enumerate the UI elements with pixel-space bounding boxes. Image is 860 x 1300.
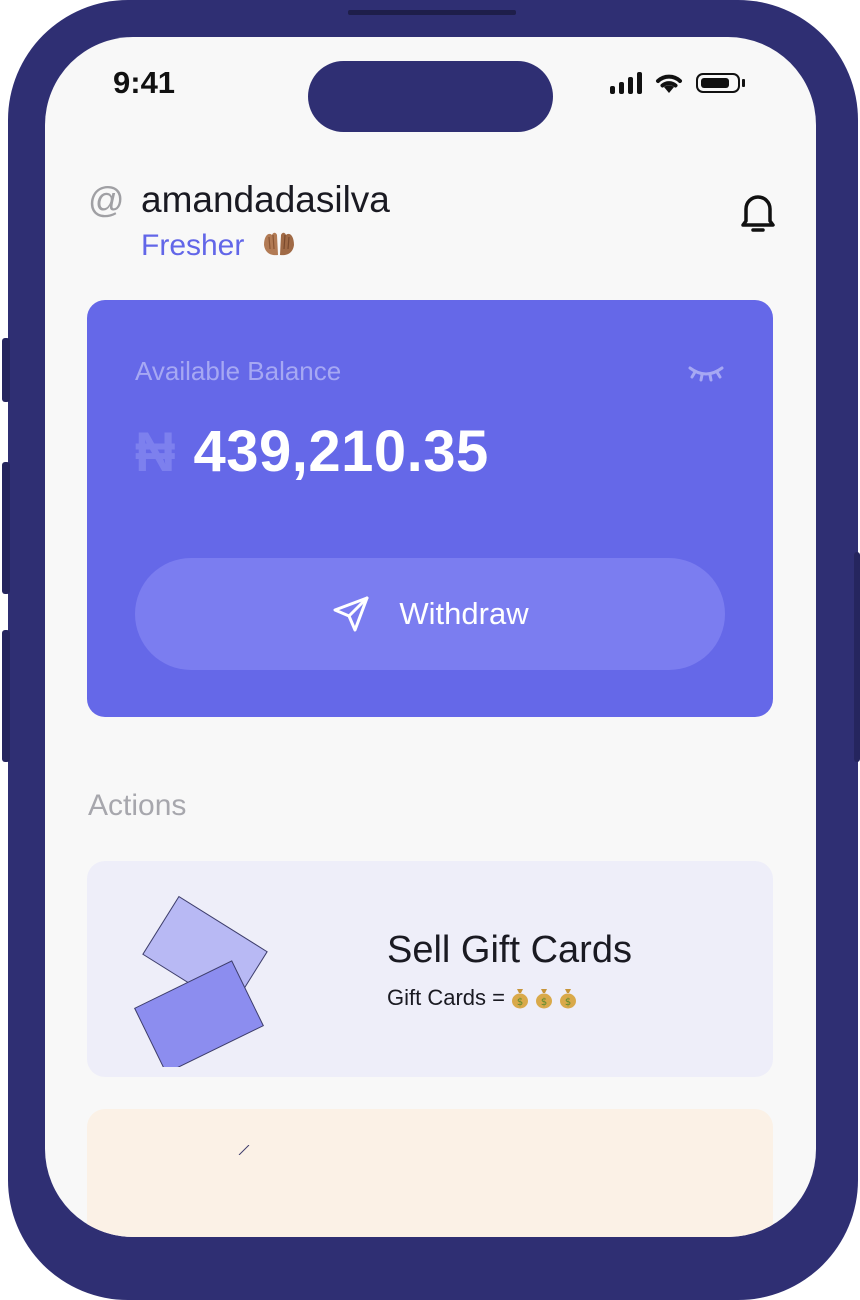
sell-gift-cards-subtitle-text: Gift Cards =	[387, 985, 505, 1010]
sell-gift-cards-title: Sell Gift Cards	[387, 929, 632, 971]
eye-closed-icon[interactable]	[687, 362, 725, 382]
withdraw-label: Withdraw	[399, 596, 529, 631]
speaker-slit	[348, 10, 516, 15]
bell-icon[interactable]	[736, 189, 780, 237]
wifi-icon	[656, 74, 682, 93]
profile-header: @ amandadasilva Fresher	[88, 177, 778, 267]
at-icon: @	[88, 179, 125, 220]
currency-symbol: ₦	[135, 420, 176, 483]
silent-switch	[2, 338, 10, 402]
user-tier: Fresher	[141, 229, 297, 265]
status-time: 9:41	[113, 65, 176, 100]
cellular-signal-icon	[610, 72, 642, 94]
svg-text:$: $	[517, 997, 523, 1008]
status-icons	[610, 67, 745, 99]
withdraw-button[interactable]: Withdraw	[135, 558, 725, 670]
sell-gift-cards-card[interactable]: Sell Gift Cards Gift Cards = $ $ $	[87, 861, 773, 1077]
balance-amount-row: ₦ 439,210.35	[135, 418, 489, 485]
actions-section-title: Actions	[88, 789, 187, 822]
svg-text:$: $	[565, 997, 571, 1008]
volume-down-button	[2, 630, 10, 762]
money-bag-icon: $	[511, 989, 528, 1009]
sell-gift-cards-subtitle: Gift Cards = $ $ $	[387, 985, 577, 1011]
card-illustration-fragment	[238, 1145, 250, 1155]
balance-amount: 439,210.35	[193, 419, 489, 484]
volume-up-button	[2, 462, 10, 594]
tier-label: Fresher	[141, 229, 245, 262]
money-bag-icon: $	[535, 989, 552, 1009]
balance-card: Available Balance ₦ 439,210.35 Withdraw	[87, 300, 773, 717]
app-screen: 9:41 @ amandadasilva Fresher Available B…	[45, 37, 816, 1237]
send-icon	[333, 596, 369, 632]
money-bag-icon: $	[559, 989, 576, 1009]
dynamic-island	[308, 61, 553, 132]
power-button	[854, 552, 860, 762]
svg-text:$: $	[541, 997, 547, 1008]
balance-label: Available Balance	[135, 356, 342, 386]
palms-up-together-icon	[261, 229, 297, 265]
gift-cards-illustration	[134, 895, 268, 1067]
username[interactable]: amandadasilva	[141, 179, 390, 221]
next-action-card[interactable]	[87, 1109, 773, 1237]
battery-icon	[696, 73, 740, 93]
